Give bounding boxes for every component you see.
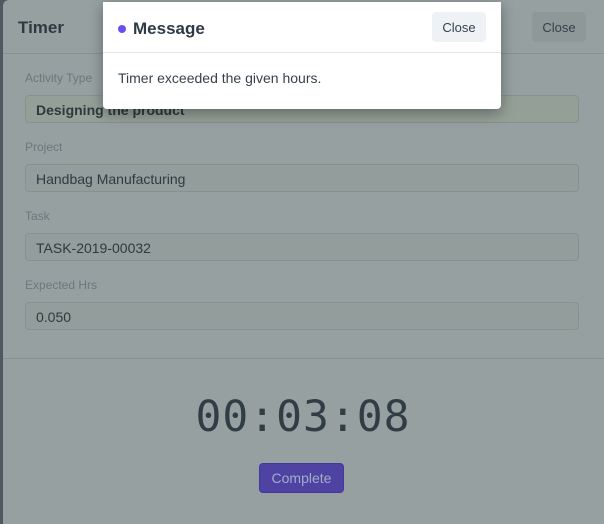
message-dialog-title: Message <box>133 19 205 38</box>
message-body: Timer exceeded the given hours. <box>118 70 322 86</box>
timer-dialog-title: Timer <box>18 18 64 37</box>
message-dialog-header: Message Close <box>103 2 501 53</box>
section-divider <box>3 358 604 359</box>
field-project: Project Handbag Manufacturing <box>25 140 579 192</box>
message-dialog: Message Close Timer exceeded the given h… <box>103 2 501 109</box>
field-expected-hrs: Expected Hrs 0.050 <box>25 278 579 330</box>
timer-clock: 00:03:08 <box>195 392 411 442</box>
complete-button[interactable]: Complete <box>259 463 344 493</box>
message-close-button[interactable]: Close <box>432 12 486 42</box>
project-input[interactable]: Handbag Manufacturing <box>25 164 579 192</box>
expected-hrs-input[interactable]: 0.050 <box>25 302 579 330</box>
indicator-dot-icon <box>118 25 126 33</box>
field-task: Task TASK-2019-00032 <box>25 209 579 261</box>
task-label: Task <box>25 209 50 223</box>
expected-hrs-label: Expected Hrs <box>25 278 98 292</box>
task-input[interactable]: TASK-2019-00032 <box>25 233 579 261</box>
timer-close-button[interactable]: Close <box>532 12 586 42</box>
project-label: Project <box>25 140 63 154</box>
